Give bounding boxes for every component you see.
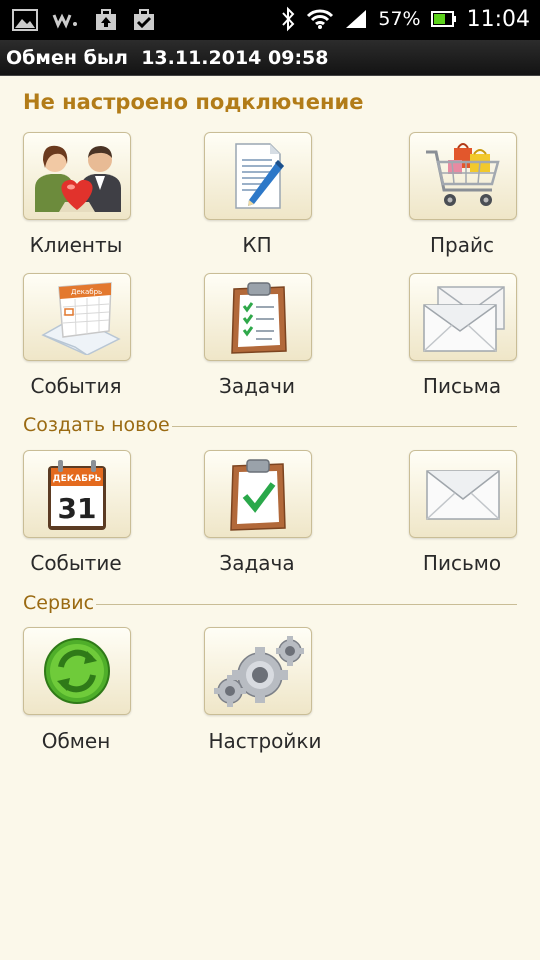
- create-new-section-header: Создать новое: [23, 413, 517, 437]
- tasks-label: Задачи: [219, 374, 295, 398]
- new-event-label: Событие: [30, 551, 122, 575]
- calendar-month-text: ДЕКАБРЬ: [53, 474, 102, 484]
- letters-label: Письма: [422, 374, 502, 398]
- gears-icon: [214, 636, 304, 707]
- wave-icon: [52, 13, 77, 29]
- service-title: Сервис: [23, 592, 95, 614]
- calendar-icon: Декабрь: [41, 282, 121, 355]
- status-bar: 57% 11:04: [0, 0, 540, 40]
- kp-button[interactable]: [204, 132, 312, 220]
- exchange-status-bar: Обмен был 13.11.2014 09:58: [0, 40, 540, 76]
- price-button[interactable]: [409, 132, 517, 220]
- new-letter-label: Письмо: [422, 551, 502, 575]
- battery-icon: [430, 11, 456, 27]
- events-button[interactable]: Декабрь: [23, 273, 131, 361]
- image-icon: [12, 9, 38, 31]
- settings-label: Настройки: [208, 729, 322, 753]
- system-icons: 57% 11:04: [280, 6, 530, 32]
- clients-label: Клиенты: [29, 233, 123, 257]
- clipboard-checklist-icon: [231, 282, 287, 354]
- signal-icon: [346, 10, 367, 28]
- settings-button[interactable]: [204, 627, 312, 715]
- calendar-day-text: 31: [58, 492, 97, 525]
- clients-icon: [35, 145, 121, 212]
- sync-button[interactable]: [23, 627, 131, 715]
- create-new-title: Создать новое: [23, 414, 170, 436]
- check-bag-icon: [134, 9, 154, 30]
- kp-label: КП: [242, 233, 272, 257]
- clock: 11:04: [466, 6, 530, 32]
- letters-button[interactable]: [409, 273, 517, 361]
- clipboard-check-icon: [230, 459, 286, 531]
- new-task-label: Задача: [219, 551, 295, 575]
- new-task-button[interactable]: [204, 450, 312, 538]
- price-label: Прайс: [430, 233, 494, 257]
- document-pen-icon: [235, 143, 284, 209]
- exchange-label: Обмен был: [6, 47, 128, 69]
- shopping-cart-icon: [426, 143, 500, 206]
- wifi-icon: [307, 9, 334, 29]
- sync-label: Обмен: [41, 729, 111, 753]
- exchange-datetime: 13.11.2014 09:58: [141, 47, 329, 69]
- upload-bag-icon: [96, 9, 116, 30]
- new-event-button[interactable]: ДЕКАБРЬ 31: [23, 450, 131, 538]
- section-divider: [96, 603, 517, 605]
- battery-percent: 57%: [378, 8, 421, 30]
- new-letter-button[interactable]: [409, 450, 517, 538]
- sync-icon: [44, 638, 110, 704]
- envelope-icon: [426, 470, 500, 520]
- envelopes-icon: [423, 286, 505, 352]
- notification-icons: [12, 8, 156, 32]
- section-divider: [171, 425, 517, 427]
- calendar-day-icon: ДЕКАБРЬ 31: [48, 460, 106, 530]
- tasks-button[interactable]: [204, 273, 312, 361]
- events-label: События: [30, 374, 122, 398]
- clients-button[interactable]: [23, 132, 131, 220]
- service-section-header: Сервис: [23, 591, 517, 615]
- connection-warning: Не настроено подключение: [23, 90, 364, 114]
- calendar-month-text: Декабрь: [71, 288, 102, 296]
- bluetooth-icon: [282, 6, 295, 32]
